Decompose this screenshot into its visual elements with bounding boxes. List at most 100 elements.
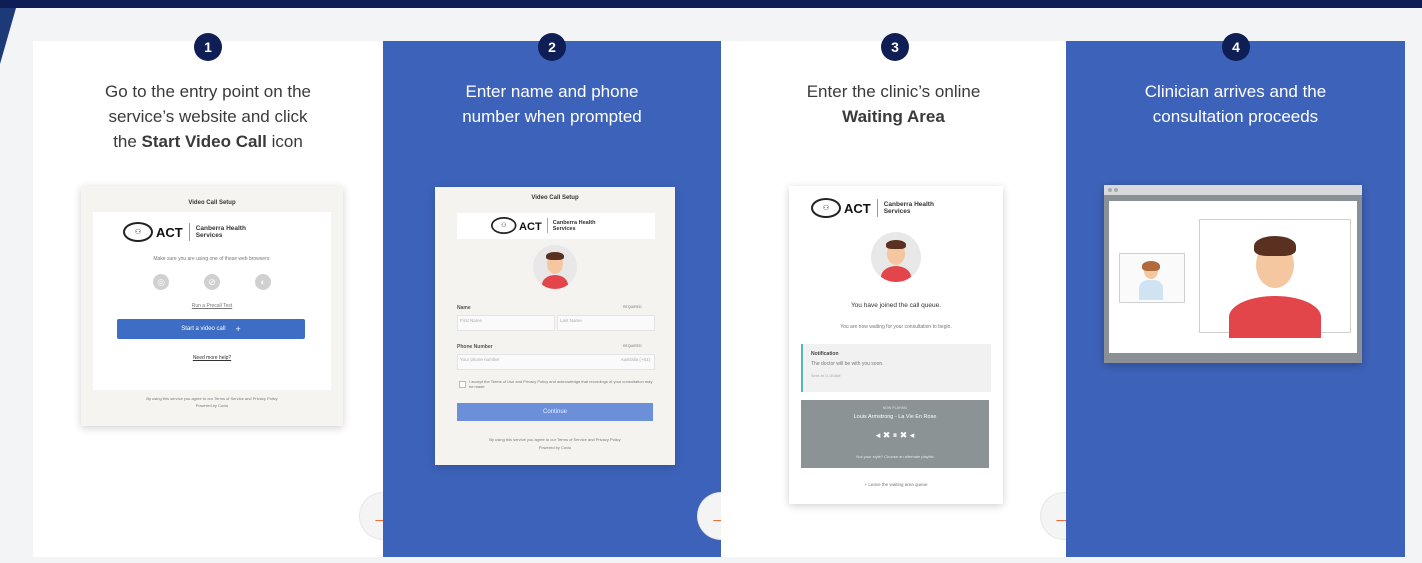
patient-avatar	[871, 232, 921, 282]
patient-video-tile	[1199, 219, 1351, 338]
name-label: Name	[457, 305, 471, 311]
window-dot-icon	[1108, 188, 1112, 192]
last-name-input[interactable]: Last Name	[557, 315, 655, 331]
patient-body	[1229, 296, 1321, 338]
avatar-body	[881, 266, 911, 282]
logo-divider	[876, 199, 878, 217]
step-1-title-pre: the	[113, 132, 142, 151]
precall-test-link[interactable]: Run a Precall Test	[93, 303, 331, 309]
org-name: Canberra Health Services	[883, 201, 934, 215]
track-title: Louis Armstrong - La Vie En Rose	[853, 414, 937, 420]
top-banner	[0, 0, 1422, 8]
phone-required: REQUIRED	[623, 344, 642, 348]
leave-queue-label: Leave the waiting area queue	[868, 482, 928, 487]
act-logo-text: ACT	[844, 200, 871, 216]
chrome-icon[interactable]: ◎	[153, 274, 169, 290]
clinician-coat	[1139, 280, 1163, 300]
logo-divider	[546, 217, 548, 234]
notification-box: Notification The doctor will be with you…	[801, 344, 991, 392]
card2-header: Video Call Setup	[531, 195, 579, 201]
first-name-input[interactable]: First Name	[457, 315, 555, 331]
step-2-panel: 2 Enter name and phone number when promp…	[383, 33, 744, 557]
step-3-badge: 3	[881, 33, 909, 61]
plus-icon: +	[235, 324, 241, 334]
card1-inner: ⚇ ACT Canberra Health Services Make sure…	[93, 212, 331, 390]
step-1-title-line1: Go to the entry point on the	[104, 82, 312, 101]
plus-icon: +	[864, 482, 868, 487]
waiting-text: You are now waiting for your consultatio…	[840, 324, 952, 330]
step-2-badge: 2	[538, 33, 566, 61]
avatar-hair	[886, 240, 906, 249]
start-video-call-label: Start a video call	[181, 326, 226, 332]
step-2-title: Enter name and phone number when prompte…	[393, 79, 711, 129]
card2-footer-powered: Powered by Coviu	[538, 445, 572, 450]
org-name: Canberra Health Services	[552, 219, 596, 232]
start-video-call-button[interactable]: Start a video call +	[117, 319, 305, 339]
card2-footer-terms: By using this service you agree to our T…	[489, 437, 621, 442]
phone-input[interactable]: Your phone number Australia (+61)	[457, 354, 655, 370]
step-4-badge: 4	[1222, 33, 1250, 61]
avatar-hair	[546, 252, 564, 260]
browsers-text: Make sure you are using one of these web…	[153, 256, 271, 262]
window-titlebar	[1104, 185, 1362, 195]
step-2-title-line2: number when prompted	[462, 107, 642, 126]
consent-checkbox[interactable]	[459, 381, 466, 388]
firefox-icon[interactable]: ◐	[255, 274, 271, 290]
avatar-body	[542, 275, 568, 289]
phone-placeholder: Your phone number	[460, 357, 500, 362]
notification-body: The doctor will be with you soon.	[811, 361, 884, 367]
step-4-title: Clinician arrives and the consultation p…	[1076, 79, 1395, 129]
video-call-setup-card: Video Call Setup ⚇ ACT Canberra Health S…	[81, 186, 343, 426]
notification-title: Notification	[811, 351, 839, 357]
org-name: Canberra Health Services	[195, 225, 246, 239]
now-playing-label: NOW PLAYING	[882, 406, 908, 410]
step-4-panel: 4 Clinician arrives and the consultation…	[1066, 33, 1405, 557]
player-controls[interactable]: ◂ ✖ ⏸ ✖ ◂	[801, 430, 989, 441]
act-logo-text: ACT	[519, 219, 542, 232]
patient-avatar	[533, 245, 577, 289]
playlist-hint[interactable]: Not your style? Choose an alternate play…	[801, 454, 989, 459]
safari-icon[interactable]: ⊘	[204, 274, 220, 290]
card2-logo-box: ⚇ ACT Canberra Health Services	[457, 213, 655, 239]
act-logo: ⚇ ACT Canberra Health Services	[123, 222, 250, 242]
step-1-panel: 1 Go to the entry point on the service’s…	[33, 33, 406, 557]
clinician-hair	[1142, 261, 1160, 271]
music-player: NOW PLAYING Louis Armstrong - La Vie En …	[801, 400, 989, 468]
act-emblem-icon: ⚇	[811, 198, 841, 218]
act-logo: ⚇ ACT Canberra Health Services	[491, 217, 599, 234]
step-3-title: Enter the clinic’s online Waiting Area	[731, 79, 1056, 129]
card1-header: Video Call Setup	[188, 200, 236, 206]
leave-queue-link[interactable]: + Leave the waiting area queue	[789, 482, 1003, 487]
step-1-badge: 1	[194, 33, 222, 61]
act-logo: ⚇ ACT Canberra Health Services	[811, 198, 938, 218]
name-required: REQUIRED	[623, 305, 642, 309]
step-2-title-line1: Enter name and phone	[465, 82, 639, 101]
phone-region-select[interactable]: Australia (+61)	[621, 357, 650, 362]
consent-text: I accept the Terms of Use and Privacy Po…	[469, 379, 653, 389]
step-3-title-bold: Waiting Area	[842, 107, 945, 126]
video-call-window	[1104, 185, 1362, 363]
step-1-title-post: icon	[266, 132, 303, 151]
act-logo-text: ACT	[156, 224, 183, 240]
continue-button[interactable]: Continue	[457, 403, 653, 421]
notification-time: Sent at 11:30AM	[811, 373, 841, 378]
step-4-title-line2: consultation proceeds	[1152, 107, 1319, 126]
act-emblem-icon: ⚇	[123, 222, 153, 242]
step-1-title: Go to the entry point on the service’s w…	[53, 79, 363, 154]
help-link[interactable]: Need more help?	[93, 355, 331, 361]
clinician-video-tile	[1119, 253, 1185, 303]
step-3-panel: 3 Enter the clinic’s online Waiting Area…	[721, 33, 1087, 557]
patient-hair	[1254, 236, 1296, 256]
call-area	[1109, 201, 1357, 353]
step-1-title-bold: Start Video Call	[141, 132, 267, 151]
step-4-title-line1: Clinician arrives and the	[1144, 82, 1327, 101]
phone-label: Phone Number	[457, 344, 493, 350]
card1-footer-powered: Powered by Coviu	[195, 403, 229, 408]
waiting-area-card: ⚇ ACT Canberra Health Services You have …	[789, 186, 1003, 504]
step-3-title-line1: Enter the clinic’s online	[806, 82, 981, 101]
logo-divider	[188, 223, 190, 241]
act-emblem-icon: ⚇	[491, 217, 517, 234]
step-1-title-line2: service’s website and click	[108, 107, 308, 126]
video-call-setup-form-card: Video Call Setup ⚇ ACT Canberra Health S…	[435, 187, 675, 465]
card1-footer-terms: By using this service you agree to our T…	[146, 396, 278, 401]
